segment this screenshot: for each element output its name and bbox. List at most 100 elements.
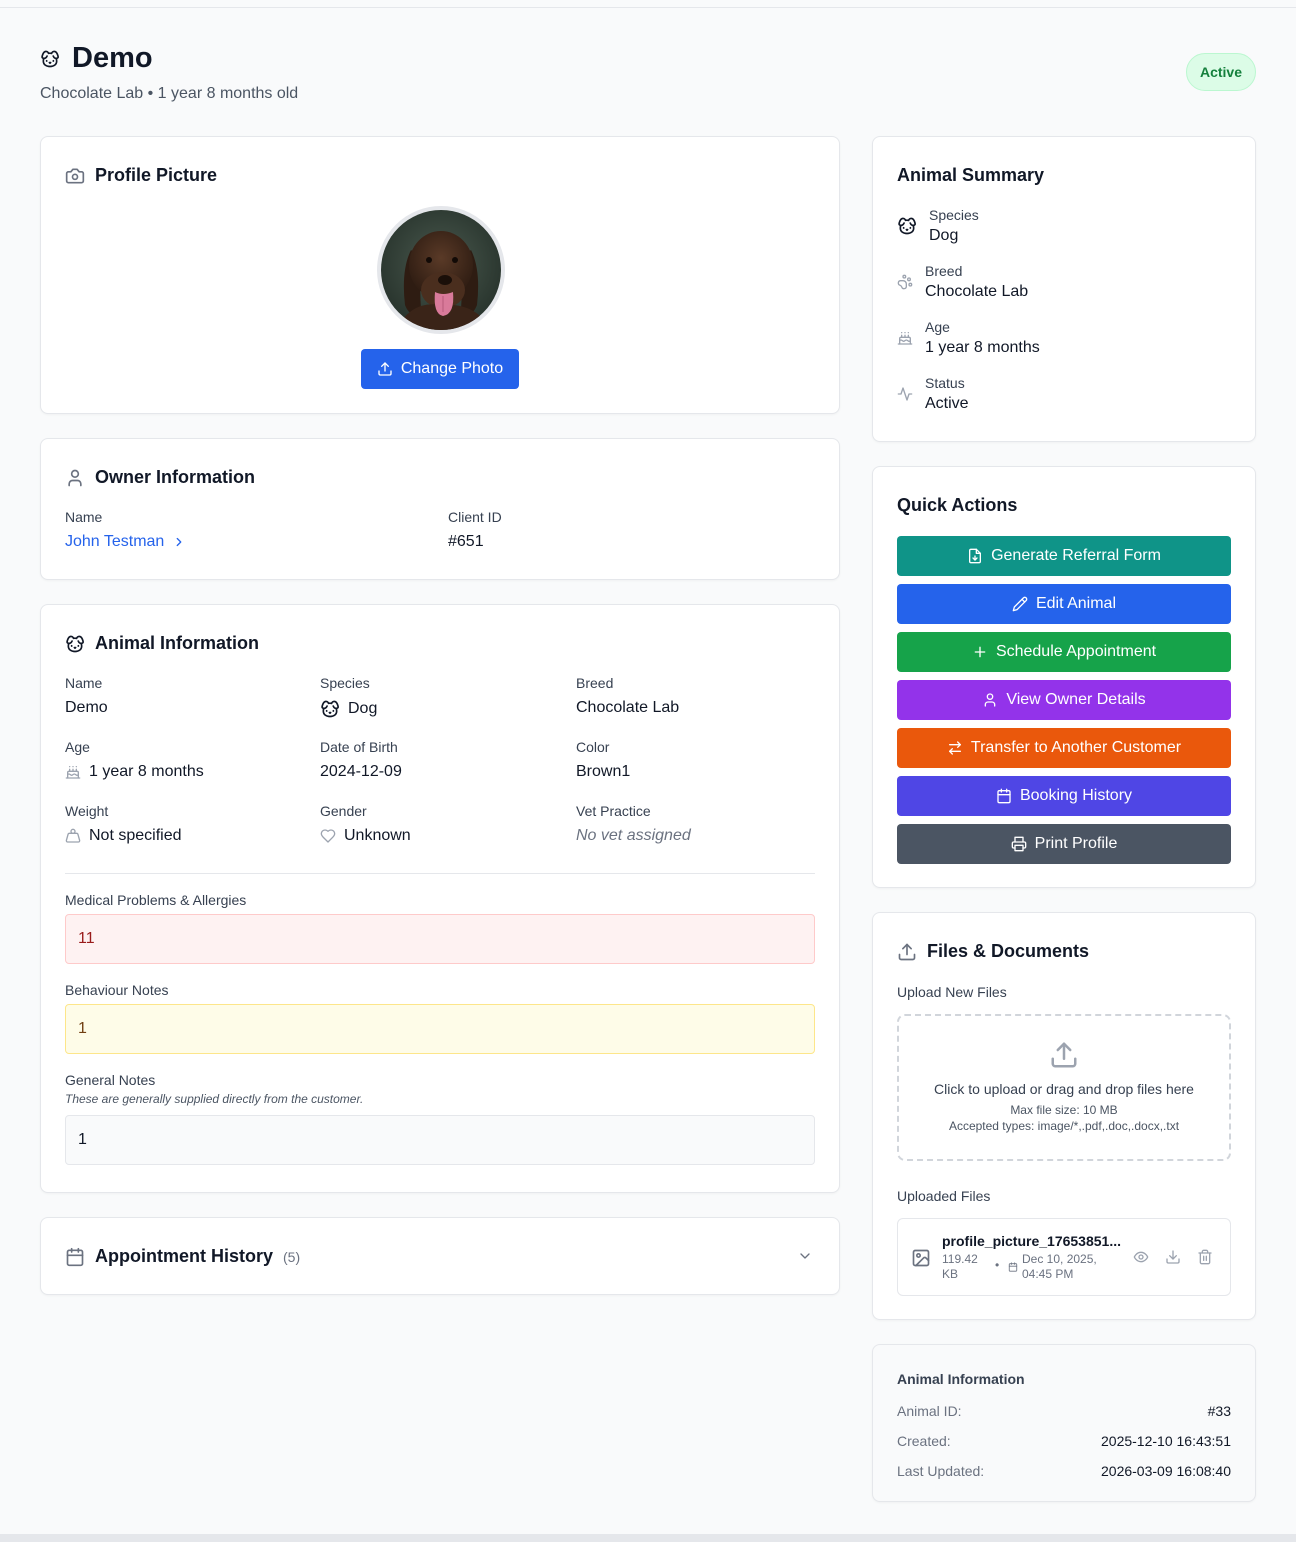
file-size-line1: 119.42 (942, 1252, 978, 1266)
activity-icon (897, 386, 913, 402)
summary-breed-value: Chocolate Lab (925, 283, 1029, 300)
medical-label: Medical Problems & Allergies (65, 892, 247, 908)
eye-icon[interactable] (1133, 1249, 1149, 1265)
transfer-customer-button[interactable]: Transfer to Another Customer (897, 728, 1231, 768)
summary-status-value: Active (925, 395, 969, 412)
dog-icon (320, 699, 340, 719)
booking-history-button[interactable]: Booking History (897, 776, 1231, 816)
print-profile-label: Print Profile (1034, 835, 1118, 852)
summary-breed-label: Breed (925, 263, 963, 279)
view-owner-details-button[interactable]: View Owner Details (897, 680, 1231, 720)
heart-icon (320, 828, 336, 844)
calendar-icon (65, 1247, 85, 1267)
files-documents-card: Files & Documents Upload New Files Click… (872, 912, 1256, 1320)
weight-icon (65, 828, 81, 844)
calendar-icon (1008, 1262, 1018, 1272)
chevron-down-icon[interactable] (797, 1248, 813, 1264)
behaviour-label: Behaviour Notes (65, 982, 169, 998)
uploaded-files-label: Uploaded Files (897, 1188, 991, 1204)
bottom-divider (0, 1534, 1296, 1542)
general-notes-box: 1 (65, 1115, 815, 1165)
dog-icon (65, 634, 85, 654)
download-icon[interactable] (1165, 1249, 1181, 1265)
generate-referral-form-button[interactable]: Generate Referral Form (897, 536, 1231, 576)
upload-icon (377, 361, 393, 377)
owner-name-link[interactable]: John Testman (65, 533, 186, 551)
page-title: Demo (72, 42, 153, 74)
owner-information-title: Owner Information (95, 467, 256, 487)
print-profile-button[interactable]: Print Profile (897, 824, 1231, 864)
animal-information-title: Animal Information (95, 633, 260, 653)
animal-name-value: Demo (65, 699, 108, 716)
generate-referral-form-label: Generate Referral Form (991, 547, 1161, 564)
summary-species-label: Species (929, 207, 979, 223)
summary-status-label: Status (925, 375, 965, 391)
file-date-line1: Dec 10, 2025, (1022, 1252, 1097, 1266)
dog-icon (40, 49, 60, 69)
created-label: Created: (897, 1433, 951, 1449)
avatar (377, 206, 505, 334)
printer-icon (1011, 836, 1027, 852)
image-file-icon (911, 1248, 931, 1268)
summary-species-value: Dog (929, 227, 959, 244)
cake-icon (897, 330, 913, 346)
accepted-types: Accepted types: image/*,.pdf,.doc,.docx,… (948, 1119, 1180, 1133)
weight-value: Not specified (89, 827, 182, 844)
appointment-count: (5) (283, 1248, 301, 1265)
color-label: Color (576, 739, 610, 755)
appointment-history-title: Appointment History (95, 1246, 273, 1266)
page-header: Demo Chocolate Lab • 1 year 8 months old… (40, 42, 1256, 103)
meta-separator-dot: • (995, 1258, 1000, 1272)
upload-icon (1049, 1040, 1079, 1070)
page-subtitle: Chocolate Lab • 1 year 8 months old (40, 85, 299, 102)
gender-label: Gender (320, 803, 367, 819)
summary-age-label: Age (925, 319, 950, 335)
species-label: Species (320, 675, 370, 691)
paw-icon (897, 274, 913, 290)
summary-age-value: 1 year 8 months (925, 339, 1040, 356)
cake-icon (65, 764, 81, 780)
animal-meta-card: Animal Information Animal ID: #33 Create… (872, 1344, 1256, 1502)
transfer-arrows-icon (947, 740, 963, 756)
quick-actions-card: Quick Actions Generate Referral Form Edi… (872, 466, 1256, 888)
status-badge: Active (1185, 53, 1256, 91)
file-date-line2: 04:45 PM (1022, 1267, 1074, 1281)
section-divider (65, 873, 815, 874)
dropzone-text: Click to upload or drag and drop files h… (934, 1081, 1194, 1097)
owner-name-label: Name (65, 509, 103, 525)
client-id-value: #651 (448, 533, 484, 550)
created-value: 2025-12-10 16:43:51 (1101, 1433, 1231, 1449)
booking-history-label: Booking History (1019, 787, 1133, 804)
client-id-label: Client ID (448, 509, 502, 525)
age-label: Age (65, 739, 90, 755)
animal-id-label: Animal ID: (897, 1403, 962, 1419)
file-dropzone[interactable]: Click to upload or drag and drop files h… (897, 1014, 1231, 1161)
behaviour-notes-box: 1 (65, 1004, 815, 1054)
last-updated-label: Last Updated: (897, 1463, 985, 1479)
file-name[interactable]: profile_picture_17653851... (942, 1233, 1121, 1249)
change-photo-button[interactable]: Change Photo (361, 349, 519, 389)
edit-animal-button[interactable]: Edit Animal (897, 584, 1231, 624)
user-icon (65, 468, 85, 488)
meta-title: Animal Information (897, 1371, 1025, 1387)
general-notes-hint: These are generally supplied directly fr… (65, 1092, 364, 1106)
change-photo-label: Change Photo (400, 360, 504, 377)
age-value: 1 year 8 months (89, 763, 204, 780)
species-value: Dog (348, 700, 378, 717)
appointment-history-card[interactable]: Appointment History (5) (40, 1217, 840, 1295)
trash-icon[interactable] (1197, 1249, 1213, 1265)
calendar-icon (996, 788, 1012, 804)
general-notes-label: General Notes (65, 1072, 156, 1088)
file-download-icon (967, 548, 983, 564)
gender-value: Unknown (344, 827, 411, 844)
vet-practice-label: Vet Practice (576, 803, 651, 819)
dog-icon (897, 216, 917, 236)
schedule-appointment-label: Schedule Appointment (995, 643, 1157, 660)
weight-label: Weight (65, 803, 109, 819)
last-updated-value: 2026-03-09 16:08:40 (1101, 1463, 1231, 1479)
schedule-appointment-button[interactable]: Schedule Appointment (897, 632, 1231, 672)
pencil-icon (1012, 596, 1028, 612)
max-file-size: Max file size: 10 MB (1010, 1103, 1118, 1117)
files-documents-title: Files & Documents (927, 941, 1090, 961)
chevron-right-icon (172, 535, 186, 549)
